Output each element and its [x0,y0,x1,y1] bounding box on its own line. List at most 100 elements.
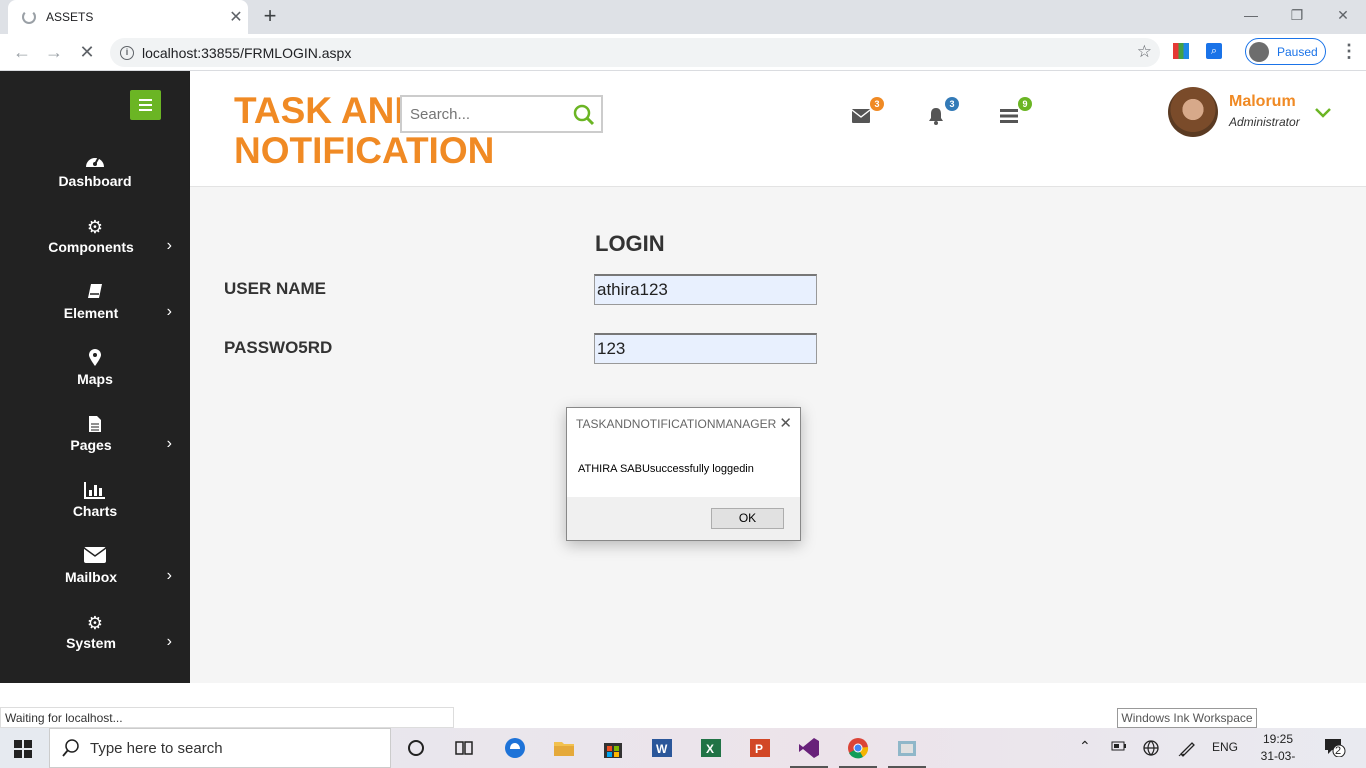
network-globe-icon[interactable] [1142,739,1160,760]
brand-title-line2: NOTIFICATION [234,130,495,171]
site-info-icon[interactable]: i [120,45,134,60]
chevron-right-icon: › [166,237,172,254]
chevron-down-icon[interactable] [1315,105,1331,123]
sidebar-item-charts[interactable]: Charts [0,481,190,541]
minimize-button[interactable]: — [1228,0,1274,30]
window-close-button[interactable]: ✕ [1320,0,1366,30]
dialog-message: ATHIRA SABUsuccessfully loggedin [578,463,754,475]
ok-button[interactable]: OK [711,508,784,529]
book-icon [0,283,190,305]
url-text[interactable]: localhost:33855/FRMLOGIN.aspx [142,45,351,61]
notifications-button[interactable]: 3 [927,97,959,127]
chevron-right-icon: › [166,435,172,452]
browser-tab-strip: ASSETS ✕ + — ❐ ✕ [0,0,1366,34]
profile-status: Paused [1277,44,1318,59]
extension-colorful-icon[interactable] [1173,43,1189,59]
tab-close-button[interactable]: ✕ [224,7,248,27]
search-box [400,95,603,133]
sidebar-item-maps[interactable]: Maps [0,349,190,409]
file-explorer-icon[interactable] [552,736,576,760]
bell-icon [929,108,943,125]
svg-text:P: P [755,742,763,756]
edge-icon[interactable] [503,736,527,760]
sidebar-item-mailbox[interactable]: Mailbox › [0,547,190,607]
browser-status-bar: Waiting for localhost... [0,707,454,728]
dialog-footer: OK [567,497,800,540]
bar-chart-icon [0,481,190,503]
cortana-icon[interactable] [404,736,428,760]
forward-icon[interactable]: → [42,40,66,64]
windows-start-icon[interactable] [14,740,32,763]
bookmark-star-icon[interactable]: ☆ [1137,42,1152,62]
browser-toolbar: ← → ✕ i localhost:33855/FRMLOGIN.aspx ☆ [0,34,1366,71]
restore-button[interactable]: ❐ [1274,0,1320,30]
map-marker-icon [0,349,190,371]
clock-time: 19:25 [1262,732,1294,746]
svg-text:X: X [706,742,714,756]
sidebar-item-components[interactable]: ⚙ Components › [0,217,190,277]
clock[interactable]: 19:25 31-03-2020 [1248,731,1308,768]
new-tab-button[interactable]: + [258,4,282,28]
browser-tab[interactable]: ASSETS ✕ [8,0,248,34]
chevron-right-icon: › [166,633,172,650]
search-icon[interactable] [573,104,595,131]
messages-button[interactable]: 3 [851,97,884,127]
visual-studio-icon[interactable] [797,736,821,760]
user-avatar[interactable] [1168,87,1218,137]
address-bar[interactable]: i localhost:33855/FRMLOGIN.aspx ☆ [110,38,1160,67]
user-name[interactable]: Malorum [1229,93,1296,111]
sidebar-item-label: Components [48,239,134,255]
tasks-button[interactable]: 9 [1000,97,1032,127]
sidebar: Dashboard ⚙ Components › Element › Maps … [0,71,190,683]
sidebar-item-pages[interactable]: Pages › [0,415,190,475]
page-header: TASK AND NOTIFICATION 3 3 9 Malorum Admi… [190,71,1366,187]
chrome-icon[interactable] [846,736,870,760]
alert-dialog: TASKANDNOTIFICATIONMANAGER ✕ ATHIRA SABU… [566,407,801,541]
profile-button[interactable]: Paused [1245,38,1326,65]
sidebar-item-label: Pages [70,437,112,453]
word-icon[interactable]: W [650,736,674,760]
database-app-icon[interactable] [895,736,919,760]
sidebar-item-element[interactable]: Element › [0,283,190,343]
store-icon[interactable] [601,736,625,760]
action-center-icon[interactable]: 2 [1324,737,1346,760]
sidebar-item-label: Maps [77,371,113,387]
sidebar-item-label: Mailbox [64,569,118,585]
notification-count: 2 [1335,745,1342,757]
envelope-icon [0,547,190,569]
ink-pen-icon[interactable] [1178,739,1196,760]
file-icon [0,415,190,437]
login-title: LOGIN [595,231,665,256]
profile-avatar [1249,41,1269,62]
username-input[interactable] [594,274,817,305]
chevron-right-icon: › [166,303,172,320]
search-input[interactable] [410,105,570,123]
stop-loading-icon[interactable]: ✕ [75,40,99,64]
browser-menu-icon[interactable]: ⋮ [1340,41,1358,62]
username-label: USER NAME [224,279,327,298]
task-view-icon[interactable] [452,736,476,760]
excel-icon[interactable]: X [699,736,723,760]
gear-icon: ⚙ [86,613,104,633]
password-label: PASSWO5RD [224,338,333,357]
gears-icon: ⚙ [86,217,104,237]
dashboard-icon [0,151,190,173]
back-icon[interactable]: ← [10,40,34,64]
language-indicator[interactable]: ENG [1212,740,1238,754]
brand-title-line1: TASK AND [234,91,409,131]
menu-toggle-button[interactable] [130,90,161,120]
envelope-icon [851,109,871,123]
sidebar-item-label: Dashboard [58,173,132,189]
taskbar-search-box[interactable]: Type here to search [49,728,391,768]
battery-icon[interactable] [1111,740,1127,755]
dialog-title: TASKANDNOTIFICATIONMANAGER [576,417,777,431]
chevron-right-icon: › [166,567,172,584]
password-input[interactable] [594,333,817,364]
show-hidden-icons-icon[interactable]: ⌃ [1079,738,1091,755]
powerpoint-icon[interactable]: P [748,736,772,760]
dialog-close-icon[interactable]: ✕ [779,414,792,432]
extension-search-icon[interactable]: ⌕ [1206,43,1222,59]
sidebar-item-dashboard[interactable]: Dashboard [0,151,190,211]
messages-badge: 3 [870,97,884,111]
sidebar-item-system[interactable]: ⚙ System › [0,613,190,673]
